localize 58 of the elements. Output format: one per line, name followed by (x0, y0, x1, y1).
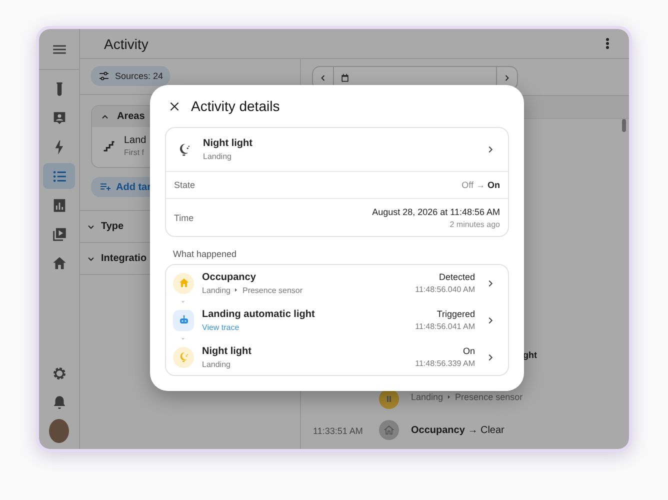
section-title: What happened (172, 248, 238, 261)
connector-arrow-icon (180, 298, 186, 304)
section-title: Areas (117, 111, 145, 122)
event-title: Occupancy → Clear (411, 424, 504, 436)
connector-arrow-icon (180, 336, 186, 342)
play-library-icon (50, 226, 68, 242)
event-status: Triggered (436, 309, 475, 319)
entity-name: Night light (203, 138, 254, 149)
settings-icon (50, 364, 68, 382)
sources-filter-button[interactable]: Sources: 24 (91, 66, 170, 86)
home-icon (178, 277, 190, 289)
add-list-icon (99, 181, 111, 193)
section-title: Integratio (101, 253, 147, 264)
home-icon (50, 254, 68, 272)
entity-row[interactable]: Night light Landing (166, 128, 508, 172)
robot-icon (178, 314, 190, 326)
area-name: Landing (202, 286, 230, 294)
calendar-icon (340, 73, 350, 83)
event-time: 11:48:56.339 AM (415, 359, 475, 368)
timestamp: August 28, 2026 at 11:48:56 AM (372, 206, 500, 216)
event-row[interactable]: Night light Landing On 11:48:56.339 AM (166, 343, 508, 371)
field-label: State (174, 180, 196, 190)
caret-icon (446, 394, 452, 400)
area-name: Landing (411, 392, 444, 402)
event-time: 11:48:56.040 AM (415, 285, 475, 294)
sidebar-item[interactable] (43, 163, 75, 189)
relative-time: 2 minutes ago (450, 220, 500, 228)
area-name: Landing (203, 152, 232, 161)
event-name: Night light (202, 346, 252, 356)
night-light-icon (177, 142, 192, 157)
dialog-title: Activity details (191, 98, 280, 114)
area-name: Landing (202, 360, 230, 368)
close-icon (168, 100, 181, 112)
area-name: Land (124, 135, 146, 146)
field-label: Time (174, 212, 194, 222)
event-time: 11:48:56.041 AM (415, 322, 475, 331)
event-row[interactable]: Landing automatic light View trace Triggered 11:48:56.041 AM (166, 306, 508, 334)
state-change: Off → On (462, 180, 500, 190)
event-name: Occupancy (202, 272, 257, 282)
more-options-icon[interactable] (606, 42, 609, 45)
event-time: 11:33:51 AM (313, 426, 363, 436)
event-name: Landing automatic light (202, 308, 316, 320)
device-name: Presence sensor (242, 286, 303, 294)
caret-icon (233, 287, 240, 293)
event-status: On (462, 346, 475, 356)
page-title: Activity (104, 36, 148, 52)
device-name: Presence sensor (455, 392, 523, 402)
floor-name: First f (124, 148, 145, 157)
scrollbar-thumb[interactable] (622, 119, 626, 132)
section-title: Type (101, 221, 124, 232)
event-title: ght (523, 350, 537, 360)
sliders-icon (98, 70, 110, 82)
event-row[interactable]: Occupancy Landing Presence sensor Detected 11:48:56.040 AM (166, 269, 508, 297)
home-icon (383, 424, 395, 436)
stairs-icon (102, 139, 116, 153)
night-light-icon (178, 351, 190, 363)
avatar[interactable] (49, 419, 69, 443)
event-status: Detected (438, 272, 475, 282)
